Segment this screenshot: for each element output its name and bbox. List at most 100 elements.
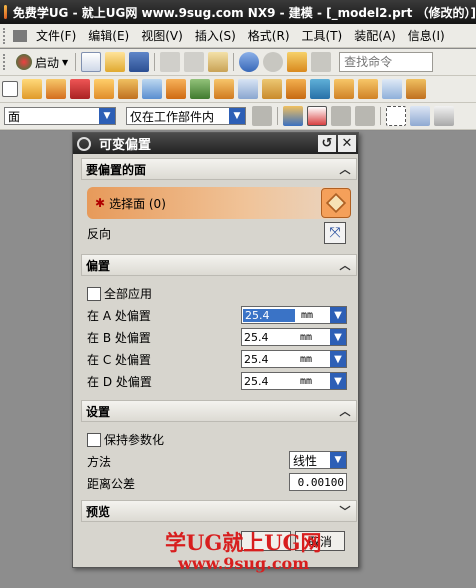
menubar-grip[interactable] [3, 27, 9, 44]
window-title-bar: 免费学UG - 就上UG网 www.9sug.com NX9 - 建模 - [_… [0, 0, 476, 24]
copy-icon[interactable] [184, 52, 205, 72]
edge-blend-icon[interactable] [286, 79, 306, 99]
preview-section-header[interactable]: 预览 ﹀ [81, 500, 357, 522]
offset-face-icon[interactable] [382, 79, 402, 99]
menu-tools[interactable]: 工具(T) [296, 27, 349, 44]
offset-d-label: 在 D 处偏置 [87, 375, 152, 389]
intersect-icon[interactable] [262, 79, 282, 99]
offset-b-unit: mm [300, 331, 313, 343]
offset-d-value: 25.4 [244, 374, 269, 388]
gear-icon[interactable] [77, 136, 91, 151]
reverse-label: 反向 [87, 227, 112, 241]
render-icon[interactable] [434, 106, 454, 126]
menu-file[interactable]: 文件(F) [30, 27, 82, 44]
assembly-filter-icon[interactable] [252, 106, 272, 126]
snap-point-icon[interactable] [283, 106, 303, 126]
toolbar-grip[interactable] [3, 54, 9, 70]
pattern-icon[interactable] [406, 79, 426, 99]
open-folder-icon[interactable] [105, 52, 126, 72]
snap-midpoint-icon[interactable] [355, 106, 375, 126]
command-search-input[interactable] [339, 52, 434, 72]
type-filter-value: 面 [8, 109, 21, 124]
view-icon[interactable] [410, 106, 430, 126]
save-icon[interactable] [129, 52, 150, 72]
offset-a-label: 在 A 处偏置 [87, 309, 151, 323]
subtract-icon[interactable] [238, 79, 258, 99]
select-face-button[interactable] [321, 188, 351, 218]
menu-insert[interactable]: 插入(S) [189, 27, 242, 44]
new-file-icon[interactable] [81, 52, 102, 72]
arrow-down-icon[interactable]: ▼ [330, 351, 346, 367]
revolve-icon[interactable] [46, 79, 66, 99]
offset-section-header[interactable]: 偏置 ︿ [81, 254, 357, 276]
sketch-icon[interactable] [2, 81, 18, 97]
scope-filter-select[interactable]: 仅在工作部件内 ▼ [126, 107, 246, 125]
boss-icon[interactable] [94, 79, 114, 99]
reverse-direction-button[interactable]: ⤧ [324, 222, 346, 244]
undo-icon[interactable] [239, 52, 260, 72]
snap-endpoint-icon[interactable] [331, 106, 351, 126]
offset-b-input[interactable]: 25.4 mm ▼ [241, 328, 347, 346]
settings-section-header[interactable]: 设置 ︿ [81, 400, 357, 422]
selection-toolbar: 面 ▼ 仅在工作部件内 ▼ [0, 103, 476, 130]
cut-icon[interactable] [160, 52, 181, 72]
groove-icon[interactable] [190, 79, 210, 99]
start-button[interactable]: 启动 ▼ [12, 54, 72, 71]
hole-icon[interactable] [70, 79, 90, 99]
preview-section-title: 预览 [86, 504, 111, 519]
keep-parameters-checkbox[interactable] [87, 432, 101, 447]
chevron-down-icon: ▼ [99, 108, 115, 124]
extrude-icon[interactable] [22, 79, 42, 99]
type-filter-select[interactable]: 面 ▼ [4, 107, 116, 125]
offset-c-input[interactable]: 25.4 mm ▼ [241, 350, 347, 368]
more-icon[interactable] [311, 52, 332, 72]
chevron-up-icon: ︿ [339, 163, 351, 176]
trim-body-icon[interactable] [358, 79, 378, 99]
method-select[interactable]: 线性 ▼ [289, 451, 347, 469]
rectangle-select-icon[interactable] [386, 106, 406, 126]
pad-icon[interactable] [142, 79, 162, 99]
chevron-up-icon: ︿ [339, 405, 351, 418]
close-icon[interactable]: ✕ [338, 135, 356, 152]
menu-view[interactable]: 视图(V) [135, 27, 189, 44]
menu-edit[interactable]: 编辑(E) [82, 27, 135, 44]
offset-c-unit: mm [300, 353, 313, 365]
pocket-icon[interactable] [118, 79, 138, 99]
apply-all-checkbox[interactable] [87, 286, 101, 301]
reset-icon[interactable]: ↺ [318, 135, 336, 152]
separator [233, 53, 235, 71]
feature-toolbar [0, 76, 476, 103]
chevron-down-icon: ﹀ [339, 505, 351, 518]
face-section-header[interactable]: 要偏置的面 ︿ [81, 158, 357, 180]
separator [154, 53, 156, 71]
offset-section-title: 偏置 [86, 258, 111, 273]
arrow-down-icon[interactable]: ▼ [330, 373, 346, 389]
select-face-label: 选择面 (0) [109, 196, 166, 211]
redo-icon[interactable] [263, 52, 284, 72]
keep-parameters-row[interactable]: 保持参数化 [87, 431, 349, 448]
apply-all-label: 全部应用 [104, 287, 153, 301]
apply-all-row[interactable]: 全部应用 [87, 285, 349, 302]
menu-information[interactable]: 信息(I) [402, 27, 451, 44]
offset-d-input[interactable]: 25.4 mm ▼ [241, 372, 347, 390]
snap-mode-icon[interactable] [307, 106, 327, 126]
app-icon [4, 5, 7, 19]
offset-a-input[interactable]: 25.4 mm ▼ [241, 306, 347, 324]
arrow-down-icon[interactable]: ▼ [330, 329, 346, 345]
select-face-row[interactable]: ✱ 选择面 (0) [87, 187, 351, 219]
shell-icon[interactable] [334, 79, 354, 99]
chamfer-icon[interactable] [310, 79, 330, 99]
watermark-url: www.9sug.com [178, 554, 310, 573]
window-title: 免费学UG - 就上UG网 www.9sug.com NX9 - 建模 - [_… [12, 5, 476, 20]
unite-icon[interactable] [214, 79, 234, 99]
tolerance-input[interactable]: 0.00100 [289, 473, 347, 491]
tools-icon[interactable] [287, 52, 308, 72]
paste-icon[interactable] [208, 52, 229, 72]
menu-format[interactable]: 格式(R) [242, 27, 296, 44]
menu-assembly[interactable]: 装配(A) [348, 27, 402, 44]
menu-file-icon [13, 29, 27, 42]
arrow-down-icon[interactable]: ▼ [330, 307, 346, 323]
face-cube-icon [325, 192, 347, 214]
slot-icon[interactable] [166, 79, 186, 99]
scope-filter-value: 仅在工作部件内 [130, 109, 215, 124]
